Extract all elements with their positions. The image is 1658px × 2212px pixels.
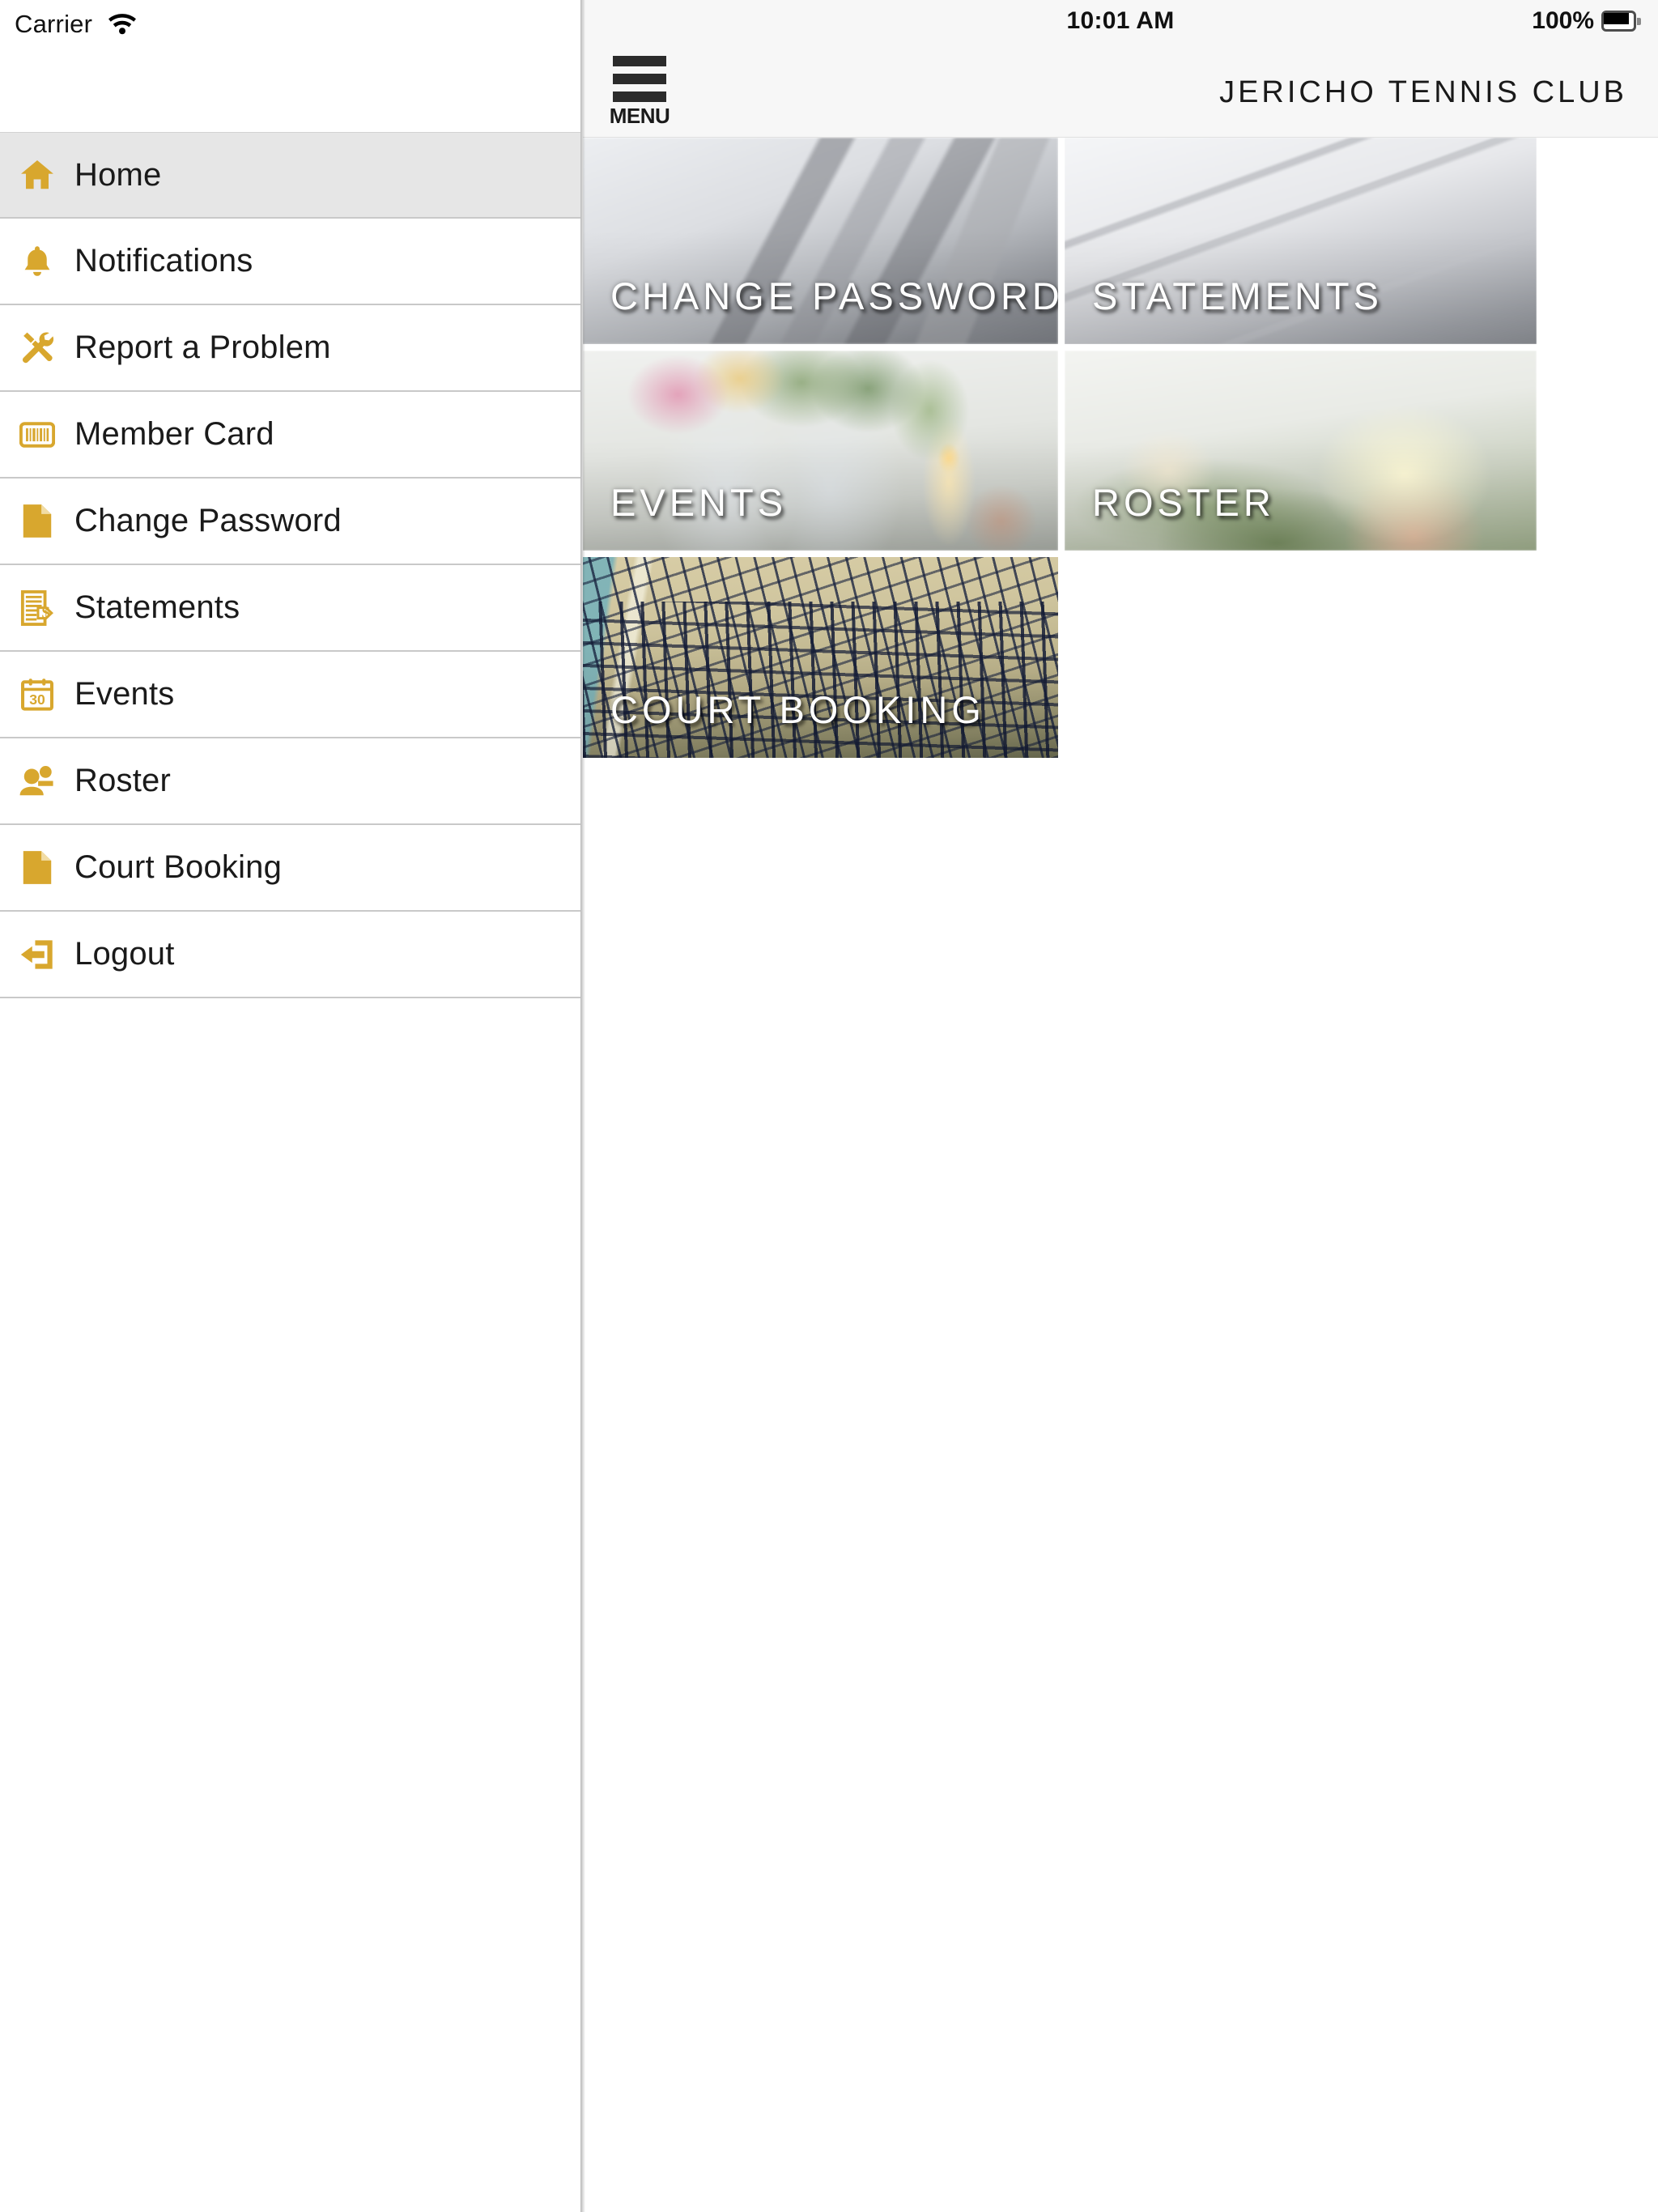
app-root: 10:01 AM 100% MENU JERICHO TENNIS CLUB C… xyxy=(0,0,1658,2212)
sidebar-label-report-a-problem: Report a Problem xyxy=(74,330,331,365)
battery-full-icon xyxy=(1601,11,1641,32)
content-status-bar: 10:01 AM 100% xyxy=(583,0,1658,46)
content-panel: 10:01 AM 100% MENU JERICHO TENNIS CLUB C… xyxy=(583,0,1658,2212)
hamburger-icon xyxy=(613,56,666,104)
tools-icon xyxy=(0,330,74,367)
tile-label-change-password: CHANGE PASSWORD xyxy=(610,274,1058,317)
sidebar-menu-list: Home Notifications Report a Problem Memb… xyxy=(0,132,580,998)
sidebar-item-change-password[interactable]: Change Password xyxy=(0,479,580,565)
page-title: JERICHO TENNIS CLUB xyxy=(1219,75,1627,109)
navigation-drawer: Carrier Home Notifications Report a Prob… xyxy=(0,0,580,2212)
sidebar-item-report-a-problem[interactable]: Report a Problem xyxy=(0,305,580,392)
sidebar-label-change-password: Change Password xyxy=(74,503,342,538)
sidebar-label-court-booking: Court Booking xyxy=(74,849,283,885)
sidebar-item-member-card[interactable]: Member Card xyxy=(0,392,580,479)
menu-button[interactable]: MENU xyxy=(602,56,677,129)
sidebar-item-logout[interactable]: Logout xyxy=(0,912,580,998)
bell-icon xyxy=(0,244,74,279)
sidebar-item-notifications[interactable]: Notifications xyxy=(0,219,580,305)
tile-court-booking[interactable]: COURT BOOKING xyxy=(583,557,1058,758)
wifi-icon xyxy=(105,10,139,36)
sidebar-label-notifications: Notifications xyxy=(74,243,253,279)
calendar-30-icon: 30 xyxy=(0,677,74,713)
sidebar-item-court-booking[interactable]: Court Booking xyxy=(0,825,580,912)
sidebar-status-bar: Carrier xyxy=(0,0,580,132)
sidebar-label-member-card: Member Card xyxy=(74,416,274,452)
menu-button-label: MENU xyxy=(609,104,670,128)
sidebar-label-roster: Roster xyxy=(74,763,172,798)
svg-text:30: 30 xyxy=(29,691,45,708)
document-money-icon: $ xyxy=(0,589,74,627)
sidebar-label-statements: Statements xyxy=(74,589,240,625)
sidebar-item-events[interactable]: 30 Events xyxy=(0,652,580,738)
carrier-label: Carrier xyxy=(15,10,93,38)
drawer-edge-shadow xyxy=(580,0,585,2212)
tile-row-1: CHANGE PASSWORD STATEMENTS xyxy=(583,138,1658,344)
tile-roster[interactable]: ROSTER xyxy=(1065,351,1537,551)
tile-row-3: COURT BOOKING xyxy=(583,557,1658,758)
tile-label-statements: STATEMENTS xyxy=(1092,274,1383,317)
tile-label-court-booking: COURT BOOKING xyxy=(610,688,985,731)
tile-grid: CHANGE PASSWORD STATEMENTS EVENTS ROSTER… xyxy=(583,138,1658,1738)
sidebar-label-home: Home xyxy=(74,156,162,193)
tile-statements[interactable]: STATEMENTS xyxy=(1065,138,1537,344)
tile-label-events: EVENTS xyxy=(610,481,788,524)
tile-label-roster: ROSTER xyxy=(1092,481,1275,524)
battery-percent-label: 100% xyxy=(1532,7,1594,34)
sidebar-item-roster[interactable]: Roster xyxy=(0,738,580,825)
svg-text:$: $ xyxy=(41,602,50,622)
tile-row-2: EVENTS ROSTER xyxy=(583,351,1658,551)
tile-change-password[interactable]: CHANGE PASSWORD xyxy=(583,138,1058,344)
document-icon xyxy=(0,502,74,540)
logout-arrow-icon xyxy=(0,937,74,972)
status-time: 10:01 AM xyxy=(1066,7,1175,34)
document-icon xyxy=(0,849,74,887)
content-empty-area xyxy=(583,758,1658,1738)
content-navbar: MENU JERICHO TENNIS CLUB xyxy=(583,46,1658,138)
home-icon xyxy=(0,156,74,194)
sidebar-label-logout: Logout xyxy=(74,936,175,972)
barcode-icon xyxy=(0,421,74,449)
sidebar-label-events: Events xyxy=(74,676,175,712)
sidebar-item-home[interactable]: Home xyxy=(0,132,580,219)
tile-events[interactable]: EVENTS xyxy=(583,351,1058,551)
status-battery-group: 100% xyxy=(1532,7,1641,35)
people-icon xyxy=(0,764,74,798)
sidebar-item-statements[interactable]: $ Statements xyxy=(0,565,580,652)
